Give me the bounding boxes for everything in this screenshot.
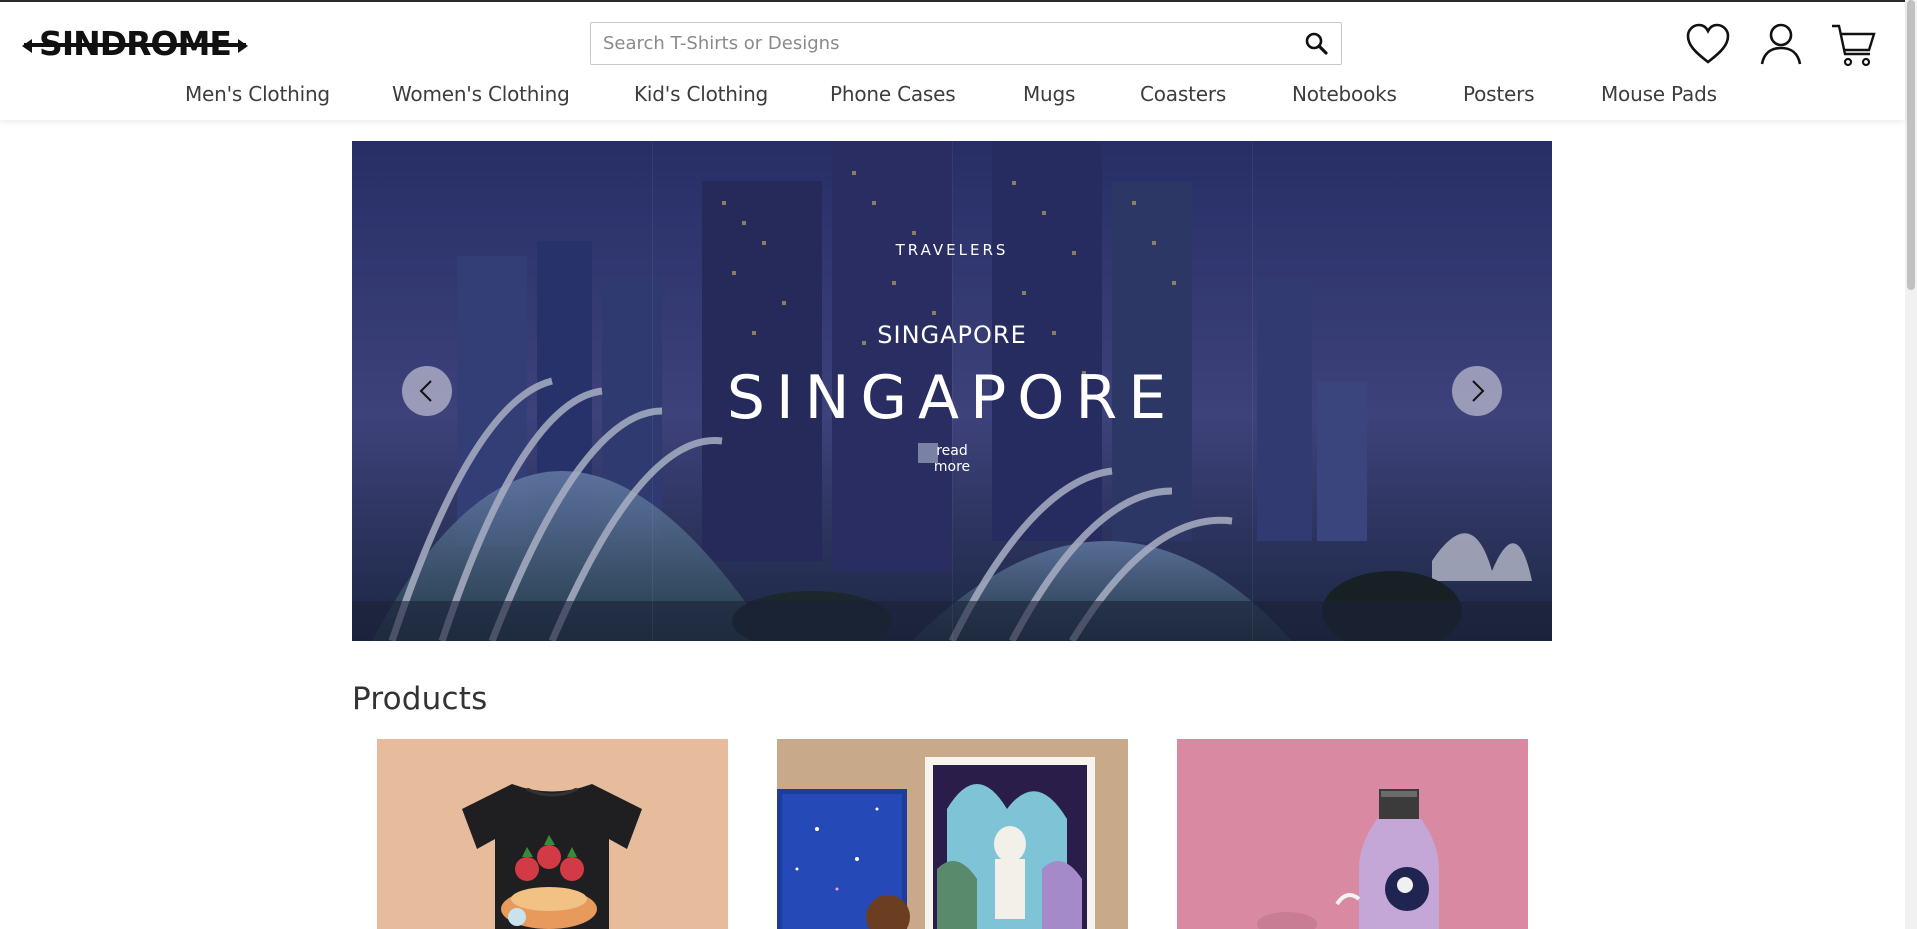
- logo-wordmark: SINDROME: [39, 24, 231, 63]
- page-scrollbar[interactable]: [1905, 0, 1917, 929]
- chevron-left-icon: [419, 380, 432, 402]
- search-bar: [590, 22, 1342, 65]
- search-input[interactable]: [591, 23, 1281, 64]
- heart-icon[interactable]: [1685, 22, 1731, 68]
- read-more-link[interactable]: read more: [917, 443, 987, 475]
- hero-subtitle: SINGAPORE: [877, 321, 1027, 349]
- nav-womens-clothing[interactable]: Women's Clothing: [392, 82, 570, 106]
- brand-logo[interactable]: SINDROME: [22, 22, 248, 64]
- nav-phone-cases[interactable]: Phone Cases: [830, 82, 956, 106]
- product-card[interactable]: [1177, 739, 1528, 929]
- carousel-next-button[interactable]: [1452, 366, 1502, 416]
- hero-kicker: TRAVELERS: [895, 241, 1009, 259]
- poster-image: [777, 739, 1128, 929]
- carousel-prev-button[interactable]: [402, 366, 452, 416]
- hero-carousel: TRAVELERS SINGAPORE SINGAPORE read more: [352, 141, 1552, 641]
- product-card[interactable]: [377, 739, 728, 929]
- search-icon[interactable]: [1303, 30, 1331, 58]
- bottle-image: [1177, 739, 1528, 929]
- nav-mugs[interactable]: Mugs: [1023, 82, 1075, 106]
- tshirt-image: [377, 739, 728, 929]
- nav-notebooks[interactable]: Notebooks: [1292, 82, 1397, 106]
- user-icon[interactable]: [1758, 22, 1804, 68]
- nav-posters[interactable]: Posters: [1463, 82, 1535, 106]
- nav-coasters[interactable]: Coasters: [1140, 82, 1226, 106]
- products-heading: Products: [352, 681, 488, 717]
- hero-title: SINGAPORE: [726, 363, 1178, 433]
- nav-kids-clothing[interactable]: Kid's Clothing: [634, 82, 768, 106]
- site-header: SINDROME Men's Clo: [0, 2, 1905, 120]
- cart-icon[interactable]: [1830, 22, 1876, 68]
- product-card[interactable]: [777, 739, 1128, 929]
- nav-mens-clothing[interactable]: Men's Clothing: [185, 82, 330, 106]
- category-nav: Men's Clothing Women's Clothing Kid's Cl…: [0, 82, 1905, 112]
- nav-mouse-pads[interactable]: Mouse Pads: [1601, 82, 1717, 106]
- chevron-right-icon: [1472, 380, 1485, 402]
- scrollbar-thumb[interactable]: [1907, 0, 1915, 290]
